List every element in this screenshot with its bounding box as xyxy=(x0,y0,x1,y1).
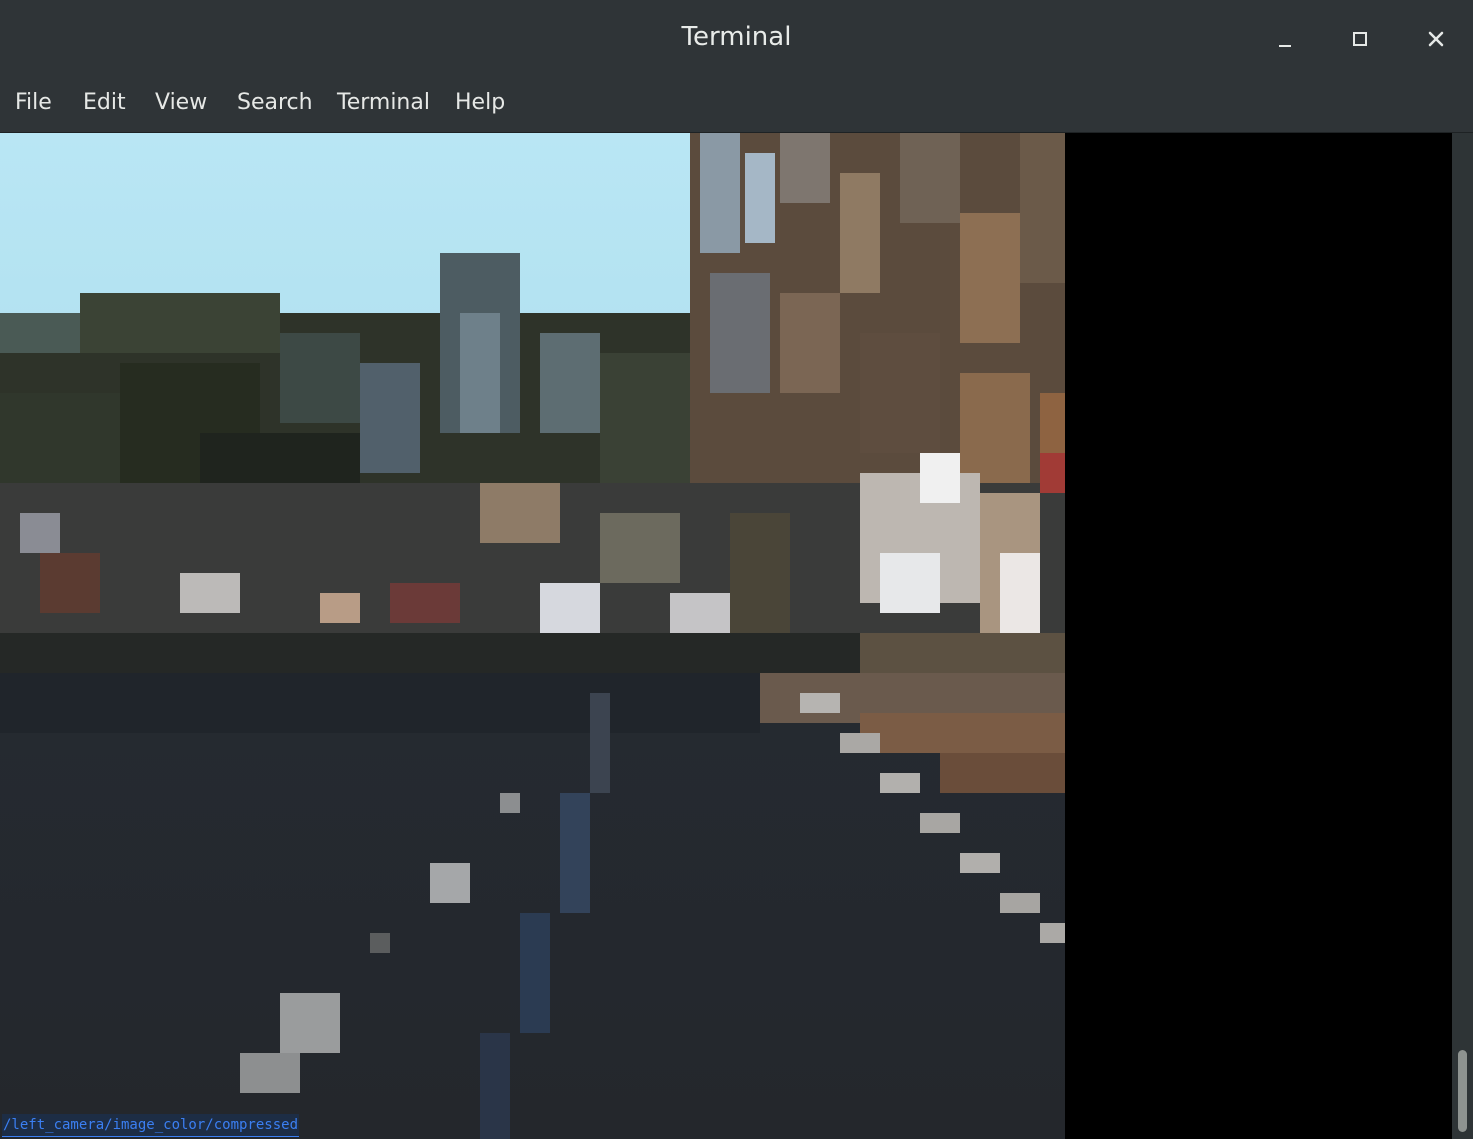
window-title: Terminal xyxy=(681,22,792,52)
menu-file[interactable]: File xyxy=(15,90,52,115)
maximize-icon xyxy=(1353,32,1367,46)
menu-view[interactable]: View xyxy=(155,90,207,115)
topic-label: /left_camera/image_color/compressed xyxy=(2,1114,300,1137)
maximize-button[interactable] xyxy=(1338,18,1382,62)
camera-image-preview xyxy=(0,133,1065,1139)
scrollbar[interactable] xyxy=(1452,133,1473,1139)
menu-search[interactable]: Search xyxy=(237,90,313,115)
menu-help[interactable]: Help xyxy=(455,90,505,115)
scrollbar-thumb[interactable] xyxy=(1458,1050,1467,1132)
close-button[interactable] xyxy=(1414,18,1458,62)
terminal-window: Terminal File Edit View Search Terminal … xyxy=(0,0,1473,1139)
title-bar[interactable]: Terminal xyxy=(0,0,1473,78)
menu-bar: File Edit View Search Terminal Help xyxy=(0,78,1473,133)
minimize-button[interactable] xyxy=(1263,18,1307,62)
terminal-output-area[interactable]: /left_camera/image_color/compressed xyxy=(0,133,1452,1139)
menu-edit[interactable]: Edit xyxy=(83,90,126,115)
menu-terminal[interactable]: Terminal xyxy=(337,90,430,115)
minimize-icon xyxy=(1279,45,1291,47)
close-icon xyxy=(1428,31,1444,47)
